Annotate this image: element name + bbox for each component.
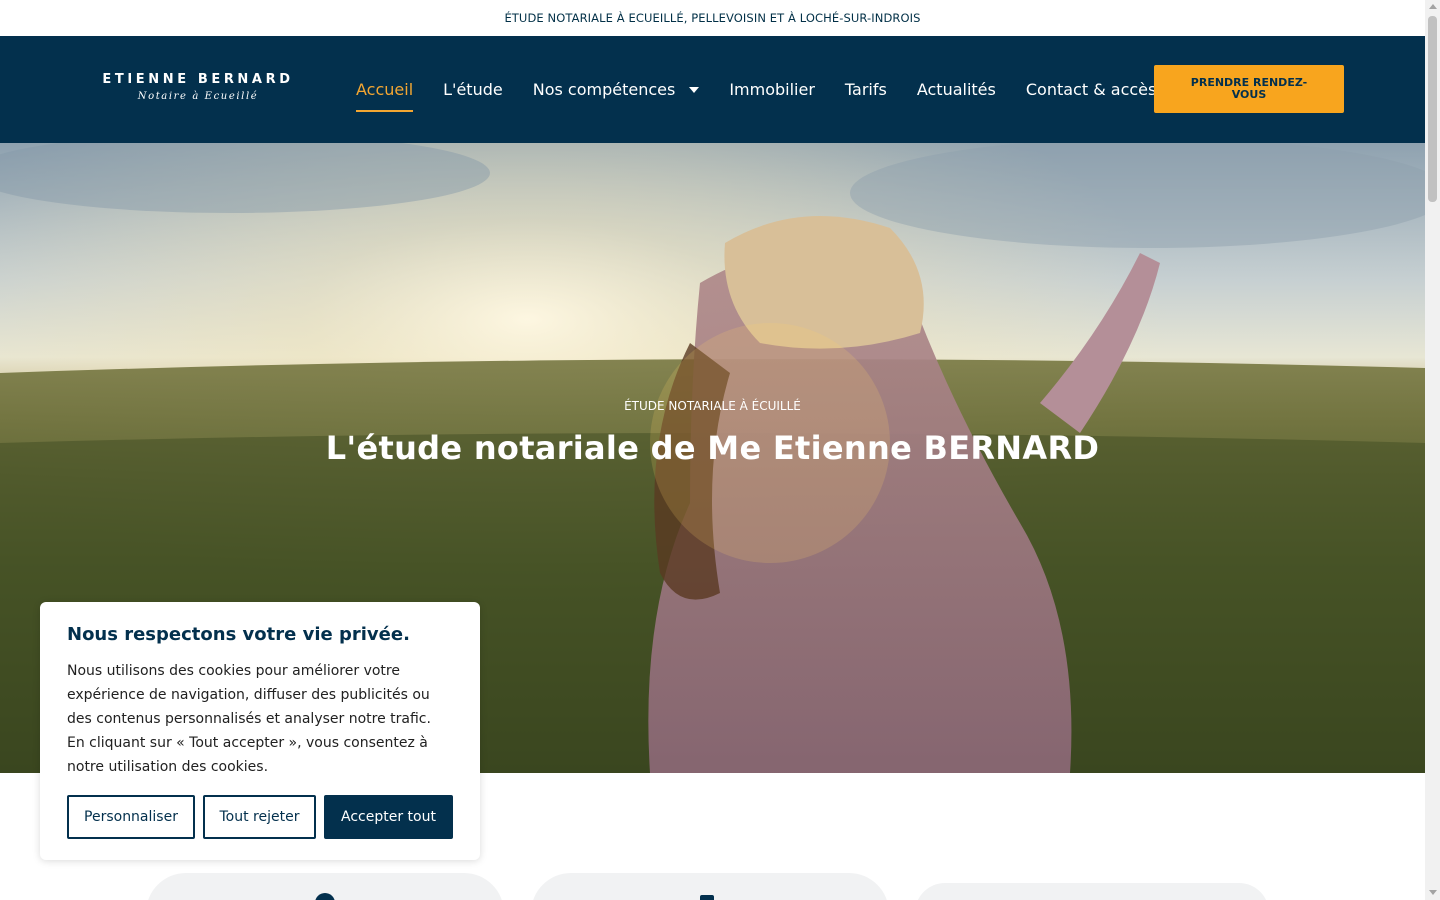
customize-button[interactable]: Personnaliser <box>67 795 195 839</box>
hero-title: L'étude notariale de Me Etienne BERNARD <box>325 429 1100 467</box>
cookie-title: Nous respectons votre vie privée. <box>67 624 410 645</box>
nav-item-label: Accueil <box>356 80 414 99</box>
nav-item-accueil[interactable]: Accueil <box>356 36 414 143</box>
appointment-button[interactable]: PRENDRE RENDEZ-VOUS <box>1154 65 1344 113</box>
top-announcement-bar: ÉTUDE NOTARIALE À ECUEILLÉ, PELLEVOISIN … <box>0 0 1425 36</box>
top-announcement-text: ÉTUDE NOTARIALE À ECUEILLÉ, PELLEVOISIN … <box>504 11 921 25</box>
nav-item-label: L'étude <box>443 80 503 99</box>
customize-button-label: Personnaliser <box>84 809 178 825</box>
nav-item-competences[interactable]: Nos compétences <box>533 36 700 143</box>
nav-item-label: Nos compétences <box>532 80 676 99</box>
accept-all-button[interactable]: Accepter tout <box>324 795 453 839</box>
cookie-text: Nous utilisons des cookies pour améliore… <box>67 663 431 775</box>
service-icon <box>315 893 335 900</box>
hero-eyebrow: ÉTUDE NOTARIALE À ÉCUILLÉ <box>624 399 801 413</box>
scroll-down-arrow-icon[interactable] <box>1429 890 1437 895</box>
nav-item-immobilier[interactable]: Immobilier <box>729 36 815 143</box>
nav-item-label: Immobilier <box>729 80 815 99</box>
main-navigation: Accueil L'étude Nos compétences Immobili… <box>356 36 1186 143</box>
service-icon <box>700 895 714 900</box>
logo-name: ETIENNE BERNARD <box>102 72 294 87</box>
appointment-button-label: PRENDRE RENDEZ-VOUS <box>1190 76 1308 101</box>
service-card[interactable] <box>531 873 889 900</box>
nav-item-etude[interactable]: L'étude <box>443 36 503 143</box>
cookie-buttons: Personnaliser Tout rejeter Accepter tout <box>67 795 453 839</box>
service-card[interactable] <box>146 873 504 900</box>
accept-all-button-label: Accepter tout <box>341 809 436 825</box>
site-logo[interactable]: ETIENNE BERNARD Notaire à Ecueillé <box>98 72 298 102</box>
scrollbar-thumb[interactable] <box>1428 16 1437 202</box>
service-card[interactable] <box>915 883 1269 900</box>
nav-item-label: Contact & accès <box>1025 80 1157 99</box>
cookie-consent-banner: Nous respectons votre vie privée. Nous u… <box>40 602 480 860</box>
scroll-up-arrow-icon[interactable] <box>1429 4 1437 9</box>
logo-subtitle: Notaire à Ecueillé <box>137 91 259 102</box>
caret-down-icon[interactable] <box>689 86 700 93</box>
nav-item-actualites[interactable]: Actualités <box>917 36 996 143</box>
nav-item-label: Actualités <box>916 80 996 99</box>
nav-item-label: Tarifs <box>844 80 887 99</box>
nav-item-contact[interactable]: Contact & accès <box>1026 36 1156 143</box>
reject-all-button-label: Tout rejeter <box>219 809 300 825</box>
site-header: ETIENNE BERNARD Notaire à Ecueillé Accue… <box>0 36 1425 143</box>
page-scrollbar[interactable] <box>1425 0 1440 900</box>
nav-item-tarifs[interactable]: Tarifs <box>845 36 887 143</box>
reject-all-button[interactable]: Tout rejeter <box>203 795 316 839</box>
